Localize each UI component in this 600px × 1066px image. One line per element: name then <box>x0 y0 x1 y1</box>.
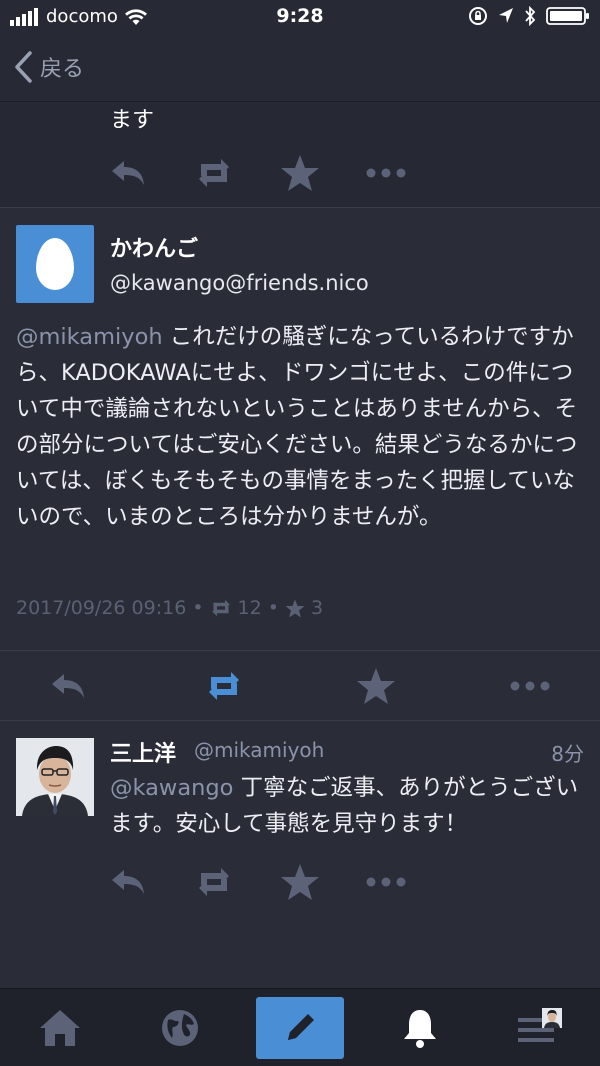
star-icon <box>281 864 319 900</box>
display-name[interactable]: 三上洋 <box>110 736 176 768</box>
previous-status-text: ます <box>110 108 155 133</box>
boost-count: 12 <box>237 597 262 619</box>
previous-status: ます <box>0 102 600 208</box>
more-icon <box>366 877 406 887</box>
timestamp[interactable]: 2017/09/26 09:16 <box>16 597 186 619</box>
star-icon <box>285 599 305 617</box>
chevron-left-icon <box>15 51 32 83</box>
favourite-button[interactable] <box>278 860 322 904</box>
tab-menu[interactable] <box>480 989 600 1066</box>
reply-icon <box>52 674 84 698</box>
favourite-button[interactable] <box>354 664 398 708</box>
relative-time: 8分 <box>551 742 584 766</box>
globe-icon <box>162 1010 198 1046</box>
mention-link[interactable]: @mikamiyoh <box>16 324 163 350</box>
pencil-icon <box>288 1014 314 1040</box>
boost-icon <box>199 868 229 896</box>
star-icon <box>357 668 395 704</box>
separator-dot: • <box>192 597 204 619</box>
more-icon <box>366 168 406 178</box>
display-name[interactable]: かわんご <box>110 231 198 263</box>
boost-icon <box>209 672 239 700</box>
more-button[interactable] <box>364 151 408 195</box>
status-meta: 2017/09/26 09:16 • 12 • 3 <box>16 597 323 619</box>
account-handle[interactable]: @mikamiyoh <box>194 738 324 762</box>
bluetooth-icon <box>525 6 536 26</box>
status-content: @kawango 丁寧なご返事、ありがとうございます。安心して事態を見守ります！ <box>110 770 590 842</box>
carrier-name: docomo <box>46 6 118 27</box>
rotation-lock-icon <box>469 7 487 25</box>
avatar[interactable] <box>16 738 94 816</box>
wifi-icon <box>124 8 147 25</box>
status-text: これだけの騒ぎになっているわけですから、KADOKAWAにせよ、ドワンゴにせよ、… <box>16 324 578 530</box>
focused-status-actions <box>0 651 600 721</box>
more-button[interactable] <box>508 664 552 708</box>
boost-button[interactable] <box>192 151 236 195</box>
person-photo <box>16 738 94 816</box>
back-button[interactable]: 戻る <box>12 50 84 84</box>
reply-icon <box>112 870 144 894</box>
boost-button[interactable] <box>202 664 246 708</box>
status-bar: docomo 9:28 <box>0 0 600 36</box>
status-bar-right <box>468 6 590 26</box>
back-label: 戻る <box>40 57 85 82</box>
menu-icon <box>518 1008 562 1042</box>
boost-icon <box>211 599 230 617</box>
avatar[interactable] <box>16 225 94 303</box>
battery-icon <box>546 7 589 25</box>
reply-button[interactable] <box>106 860 150 904</box>
reply-icon <box>112 161 144 185</box>
focused-status: かわんご @kawango@friends.nico @mikamiyoh これ… <box>0 209 600 650</box>
navigation-bar: 戻る <box>0 36 600 102</box>
tab-home[interactable] <box>0 989 120 1066</box>
home-icon <box>40 1010 80 1046</box>
egg-avatar-icon <box>36 238 74 290</box>
compose-button[interactable] <box>256 997 344 1059</box>
star-icon <box>281 155 319 191</box>
favourite-count: 3 <box>310 597 324 619</box>
reply-button[interactable] <box>46 664 90 708</box>
more-button[interactable] <box>364 860 408 904</box>
mention-link[interactable]: @kawango <box>110 775 233 801</box>
more-icon <box>510 681 550 691</box>
location-icon <box>499 8 513 23</box>
tab-notifications[interactable] <box>360 989 480 1066</box>
tab-bar <box>0 988 600 1066</box>
reply-button[interactable] <box>106 151 150 195</box>
status-content: @mikamiyoh これだけの騒ぎになっているわけですから、KADOKAWAに… <box>16 319 586 535</box>
boost-button[interactable] <box>192 860 236 904</box>
status-bar-left: docomo <box>10 6 148 27</box>
bell-icon <box>404 1010 436 1048</box>
reply-status: 三上洋 @mikamiyoh 8分 @kawango 丁寧なご返事、ありがとうご… <box>0 722 600 988</box>
signal-icon <box>10 7 38 26</box>
favourite-button[interactable] <box>278 151 322 195</box>
boost-icon <box>199 159 229 187</box>
separator-dot: • <box>267 597 279 619</box>
tab-federated[interactable] <box>120 989 240 1066</box>
account-handle[interactable]: @kawango@friends.nico <box>110 271 369 295</box>
